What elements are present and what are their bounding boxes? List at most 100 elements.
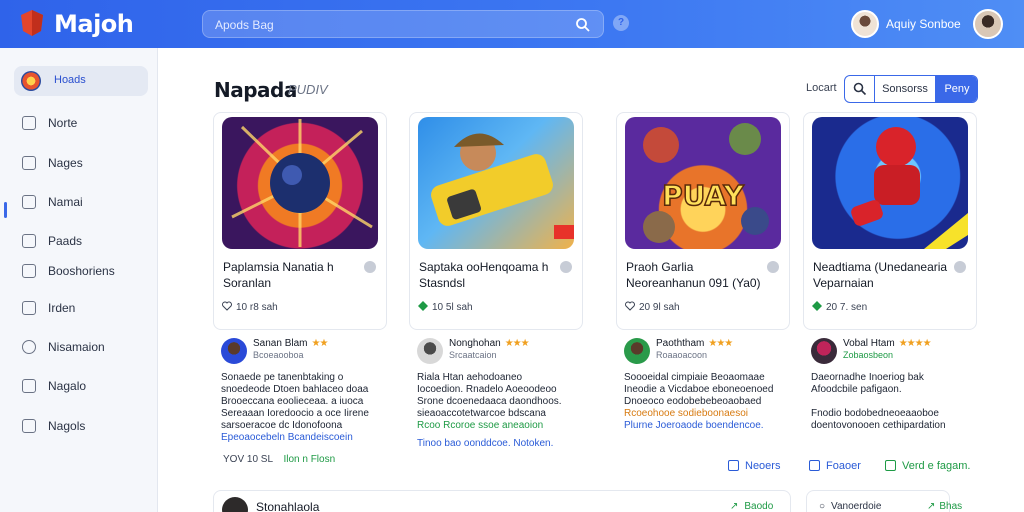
bottom-card[interactable]: Stonahlaola ↗ Baodo: [213, 490, 791, 512]
search-bar[interactable]: [202, 10, 604, 38]
bottom-action[interactable]: ↗ Baodo: [730, 501, 773, 512]
reviewer-name[interactable]: Nonghohan ★★★: [449, 338, 530, 349]
bottom-action[interactable]: ↗ Bhas: [927, 501, 962, 512]
reviewer-name[interactable]: Vobal Htam ★★★★: [843, 338, 932, 349]
review-highlight: Rcoo Rcoroe ssoe aneaoion: [417, 420, 544, 431]
game-title[interactable]: Saptaka ooHenqoama h Stasndsl: [419, 259, 559, 291]
rating-stars: ★★★: [504, 338, 530, 349]
search-icon: [853, 82, 867, 96]
sidebar-item-nagalo[interactable]: Nagalo: [14, 371, 148, 401]
sidebar-item-irden[interactable]: Irden: [14, 293, 148, 323]
logo-icon: [21, 10, 43, 36]
circle-icon: [22, 340, 36, 354]
square-icon: [22, 156, 36, 170]
review: Vobal Htam ★★★★ Zobaosbeon Daeornadhe Ino…: [803, 338, 977, 450]
footer-tag[interactable]: Ilon n Flosn: [283, 454, 335, 465]
review-line: Afoodcbile pafigaon.: [811, 384, 902, 395]
bars-icon: [22, 264, 36, 278]
sidebar: Hoads Norte Nages Namai Paads Booshorien…: [0, 48, 158, 512]
avatar[interactable]: [222, 497, 248, 512]
game-card[interactable]: PUAY Praoh Garlia Neoreanhanun 091 (Ya0)…: [616, 112, 790, 330]
avatar[interactable]: [811, 338, 837, 364]
review-link[interactable]: Plurne Joeroaode boendencoe.: [624, 420, 790, 432]
sort-button[interactable]: Sonsorss: [875, 76, 935, 102]
reviewer-name[interactable]: Paoththam ★★★: [656, 338, 733, 349]
reviewer-name-text: Nonghohan: [449, 338, 501, 349]
bottom-card[interactable]: ○ Vanoerdoie ↗ Bhas: [806, 490, 962, 512]
info-icon[interactable]: [954, 261, 966, 273]
bottom-action-label: Bhas: [939, 501, 963, 512]
profile-avatar[interactable]: [973, 9, 1003, 39]
share-icon: ↗: [927, 501, 936, 512]
sidebar-item-namai[interactable]: Namai: [14, 187, 148, 217]
home-icon: [22, 116, 36, 130]
info-icon[interactable]: [364, 261, 376, 273]
sidebar-item-nages[interactable]: Nages: [14, 148, 148, 178]
sidebar-item-norte[interactable]: Norte: [14, 108, 148, 138]
action-button[interactable]: Neoers: [728, 460, 780, 472]
game-thumbnail[interactable]: PUAY: [625, 117, 781, 249]
locate-label: Locart: [806, 82, 837, 94]
review-link[interactable]: Epeoaocebeln Bcandeiscoein: [221, 432, 387, 444]
footer-stats: YOV 10 SL: [223, 454, 273, 465]
review: Paoththam ★★★ Roaaoacoon Soooeidal cimpia…: [616, 338, 790, 450]
game-thumbnail[interactable]: [418, 117, 574, 249]
sidebar-item-label: Nages: [48, 156, 83, 170]
review-line: Sonaede pe tanenbtaking o: [221, 372, 344, 383]
square-icon: [22, 379, 36, 393]
app-name[interactable]: Majoh: [54, 10, 134, 38]
play-button[interactable]: Peny: [935, 76, 977, 102]
search-icon[interactable]: [575, 17, 591, 33]
review-line: Dnoeoco eodobebebeoaobaed: [624, 396, 762, 407]
review-line: Fnodio bodobedneoeaaoboe: [811, 408, 939, 419]
action-button[interactable]: Foaoer: [809, 460, 861, 472]
game-title[interactable]: Praoh Garlia Neoreanhanun 091 (Ya0): [626, 259, 766, 291]
game-title[interactable]: Neadtiama (Unedanearia Veparnaian: [813, 259, 953, 291]
game-title[interactable]: Paplamsia Nanatia h Soranlan: [223, 259, 363, 291]
sidebar-item-paads[interactable]: Paads: [14, 226, 148, 256]
bottom-action[interactable]: ○ Vanoerdoie: [819, 501, 881, 512]
comment-icon: [809, 460, 820, 471]
review-line: sieaoaccotetwarcoe bdscana: [417, 408, 546, 419]
rating-stars: ★★: [311, 338, 328, 349]
review: Sanan Blam ★★ Bcoeaooboa Sonaede pe tanen…: [213, 338, 387, 450]
avatar[interactable]: [221, 338, 247, 364]
game-thumbnail[interactable]: [812, 117, 968, 249]
avatar[interactable]: [851, 10, 879, 38]
sidebar-item-label: Norte: [48, 116, 78, 130]
user-name[interactable]: Aquiy Sonboe: [886, 17, 961, 31]
action-button[interactable]: Verd e fagam.: [885, 460, 971, 472]
game-meta-text: 20 9l sah: [639, 302, 680, 313]
bottom-action-label: Baodo: [744, 501, 774, 512]
grid-icon: [22, 301, 36, 315]
sidebar-item-nisamaion[interactable]: Nisamaion: [14, 332, 148, 362]
review-line: Srone dcoenedaaca daondhoos.: [417, 396, 562, 407]
avatar[interactable]: [417, 338, 443, 364]
doc-icon: [22, 195, 36, 209]
share-icon: [728, 460, 739, 471]
sidebar-item-booshoriens[interactable]: Booshoriens: [14, 256, 148, 286]
avatar[interactable]: [624, 338, 650, 364]
rating-stars: ★★★: [708, 338, 733, 349]
robot-artwork: [851, 127, 968, 249]
review-link[interactable]: Tinoo bao oonddcoe. Notoken.: [417, 438, 583, 450]
game-card[interactable]: Paplamsia Nanatia h Soranlan 10 r8 sah: [213, 112, 387, 330]
filter-search-button[interactable]: [845, 76, 875, 102]
game-thumbnail[interactable]: [222, 117, 378, 249]
game-meta: 10 r8 sah: [222, 301, 278, 313]
info-icon[interactable]: [560, 261, 572, 273]
review-line: snoedeode Dtoen bahlaceo doaa: [221, 384, 369, 395]
info-icon[interactable]: [767, 261, 779, 273]
characters-artwork: PUAY: [643, 123, 769, 243]
sidebar-item-nagols[interactable]: Nagols: [14, 411, 148, 441]
sidebar-item-hoads[interactable]: Hoads: [14, 66, 148, 96]
bottom-title[interactable]: Stonahlaola: [256, 500, 319, 512]
search-input[interactable]: [215, 17, 555, 33]
game-card[interactable]: Saptaka ooHenqoama h Stasndsl 10 5l sah: [409, 112, 583, 330]
sidebar-item-label: Namai: [48, 195, 83, 209]
help-icon[interactable]: ?: [613, 15, 629, 31]
review-line: Riala Htan aehodoaneo: [417, 372, 523, 383]
game-card[interactable]: Neadtiama (Unedanearia Veparnaian 20 7. …: [803, 112, 977, 330]
reviewer-name[interactable]: Sanan Blam ★★: [253, 338, 328, 349]
thumb-caption: PUAY: [662, 179, 744, 212]
